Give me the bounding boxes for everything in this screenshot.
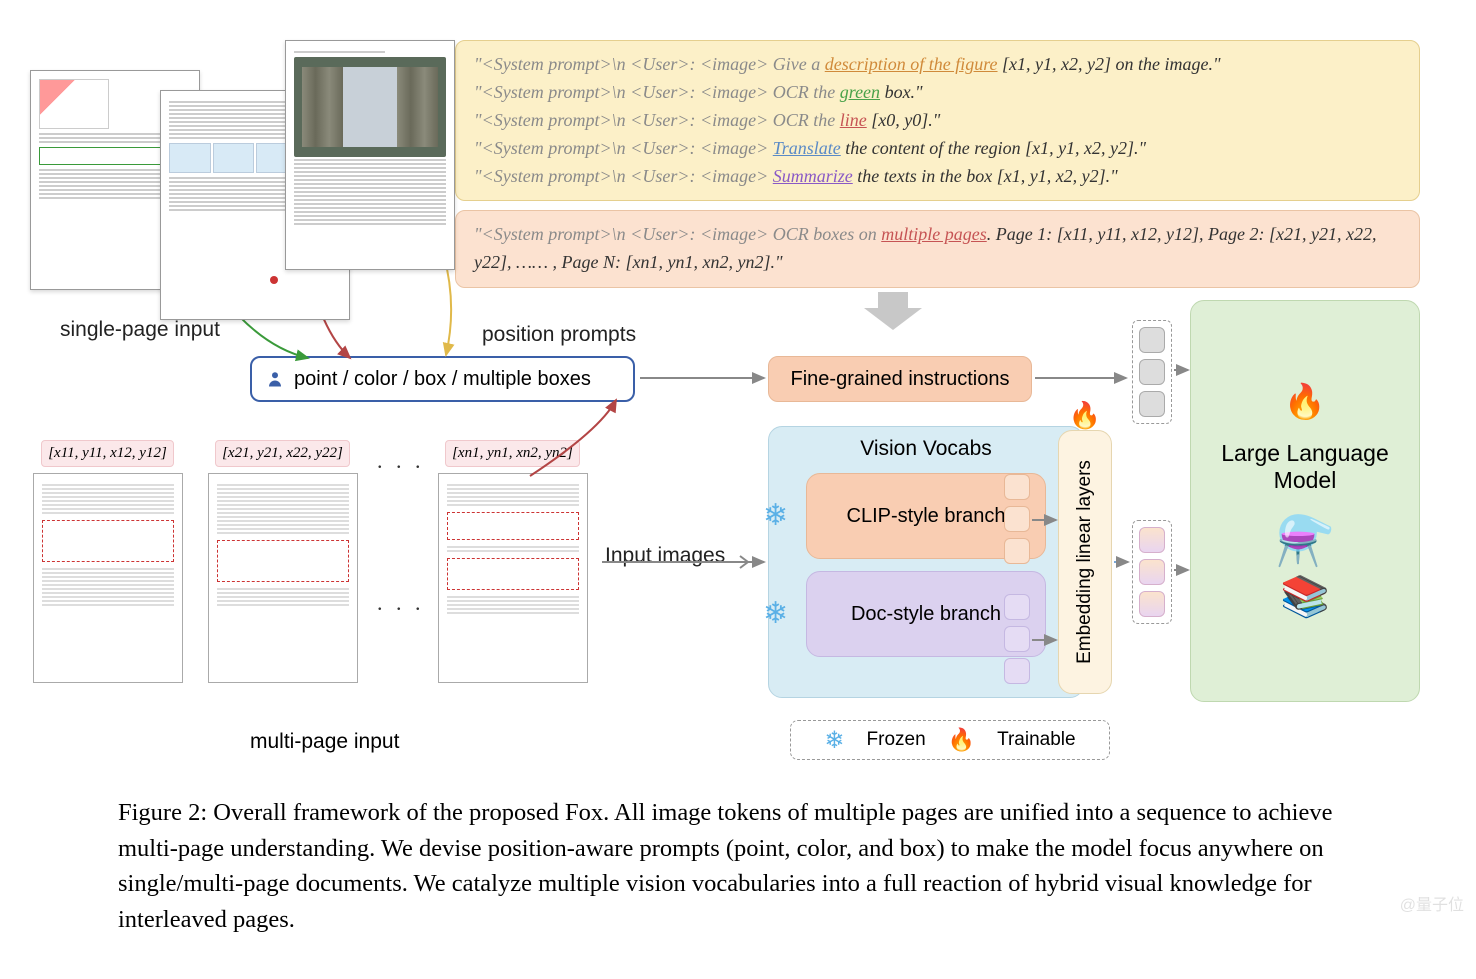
red-box-annotation [217, 540, 349, 582]
prompt-line-1: "<System prompt>\n <User>: <image> Give … [474, 51, 1401, 79]
llm-label: Large Language Model [1191, 440, 1419, 494]
red-box-annotation [447, 512, 579, 540]
single-page-input-label: single-page input [60, 318, 220, 342]
coord-tag-1: [x11, y11, x12, y12] [41, 440, 174, 467]
curtain-figure [294, 57, 446, 157]
coord-tag-n: [xn1, yn1, xn2, yn2] [445, 440, 580, 467]
single-page-document-stack [30, 30, 440, 310]
clip-tokens [1004, 474, 1030, 564]
person-icon [266, 370, 284, 388]
doc-tokens [1004, 594, 1030, 684]
red-box-annotation [447, 558, 579, 590]
single-page-prompts-box: "<System prompt>\n <User>: <image> Give … [455, 40, 1420, 201]
multi-page-input-label: multi-page input [250, 730, 399, 754]
input-images-label: Input images [605, 544, 725, 568]
prompt-line-3: "<System prompt>\n <User>: <image> OCR t… [474, 107, 1401, 135]
mp-doc-2 [208, 473, 358, 683]
coord-tag-2: [x21, y21, x22, y22] [215, 440, 350, 467]
watermark: @量子位 [1400, 891, 1464, 915]
snowflake-icon: ❄ [763, 596, 788, 632]
flame-icon: 🔥 [1069, 401, 1101, 431]
flame-icon: 🔥 [948, 727, 975, 753]
prompt-line-4: "<System prompt>\n <User>: <image> Trans… [474, 135, 1401, 163]
fine-grained-instructions-box: Fine-grained instructions [768, 356, 1032, 402]
embedding-layers-box: Embedding linear layers 🔥 [1058, 430, 1112, 694]
multi-page-prompt-box: "<System prompt>\n <User>: <image> OCR b… [455, 210, 1420, 288]
vision-vocabs-box: Vision Vocabs ❄ CLIP-style branch ❄ Doc-… [768, 426, 1084, 698]
mp-doc-1 [33, 473, 183, 683]
prompt-types-capsule: point / color / box / multiple boxes [250, 356, 635, 402]
books-icon: 📚 [1280, 573, 1330, 620]
flask-icon: ⚗️ [1275, 512, 1335, 569]
position-prompts-label: position prompts [482, 323, 636, 347]
prompt-line-5: "<System prompt>\n <User>: <image> Summa… [474, 163, 1401, 191]
snowflake-icon: ❄ [824, 726, 844, 755]
capsule-text: point / color / box / multiple boxes [294, 368, 591, 391]
instruction-tokens-col [1132, 320, 1172, 424]
legend-trainable: Trainable [997, 729, 1076, 751]
legend-frozen: Frozen [867, 729, 926, 751]
legend-box: ❄ Frozen 🔥 Trainable [790, 720, 1110, 760]
figure-caption: Figure 2: Overall framework of the propo… [118, 795, 1358, 937]
prompt-line-2: "<System prompt>\n <User>: <image> OCR t… [474, 79, 1401, 107]
ellipsis: . . . [377, 590, 425, 616]
red-point-annotation [270, 276, 278, 284]
ellipsis: . . . [377, 448, 425, 474]
red-box-annotation [42, 520, 174, 562]
image-tokens-col [1132, 520, 1172, 624]
llm-box: 🔥 Large Language Model ⚗️ 📚 [1190, 300, 1420, 702]
flame-icon: 🔥 [1284, 382, 1326, 422]
vision-vocabs-title: Vision Vocabs [860, 437, 992, 461]
snowflake-icon: ❄ [763, 498, 788, 534]
doc-page-3 [285, 40, 455, 270]
mp-doc-n [438, 473, 588, 683]
